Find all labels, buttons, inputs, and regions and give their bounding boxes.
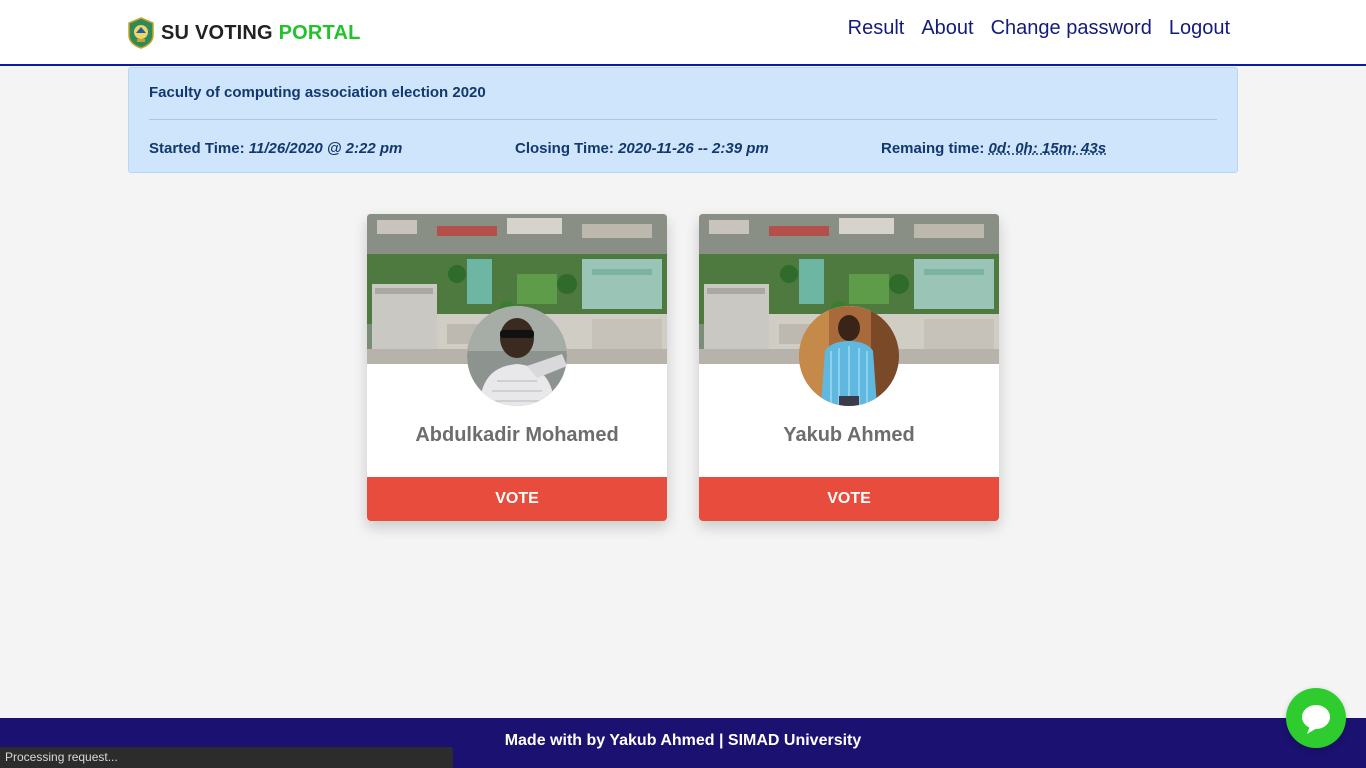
top-navbar: SU VOTING PORTAL Result About Change pas… bbox=[0, 0, 1366, 66]
university-crest-icon bbox=[128, 17, 154, 49]
nav-logout-link[interactable]: Logout bbox=[1169, 17, 1230, 40]
footer-credits: by Yakub Ahmed | SIMAD University bbox=[586, 732, 862, 749]
election-info-panel: Faculty of computing association electio… bbox=[128, 67, 1238, 173]
remaining-time-label: Remaing time: bbox=[881, 140, 985, 157]
brand-accent: PORTAL bbox=[278, 21, 361, 44]
candidate-avatar bbox=[467, 306, 567, 406]
vote-button[interactable]: VOTE bbox=[699, 477, 999, 521]
started-time: Started Time: 11/26/2020 @ 2:22 pm bbox=[149, 140, 402, 157]
remaining-time-countdown: 0d: 0h: 15m: 43s bbox=[988, 140, 1107, 157]
nav-about-link[interactable]: About bbox=[921, 17, 973, 40]
nav-change-password-link[interactable]: Change password bbox=[991, 17, 1152, 40]
candidate-photo bbox=[799, 306, 899, 406]
nav-result-link[interactable]: Result bbox=[848, 17, 905, 40]
candidate-card: Abdulkadir Mohamed VOTE bbox=[367, 214, 667, 521]
candidate-name: Abdulkadir Mohamed bbox=[415, 424, 619, 446]
candidate-name: Yakub Ahmed bbox=[783, 424, 915, 446]
started-time-value: 11/26/2020 @ 2:22 pm bbox=[248, 140, 403, 157]
vote-button[interactable]: VOTE bbox=[367, 477, 667, 521]
nav-links: Result About Change password Logout bbox=[848, 17, 1230, 40]
candidate-avatar bbox=[799, 306, 899, 406]
started-time-label: Started Time: bbox=[149, 140, 245, 157]
candidate-photo bbox=[467, 306, 567, 406]
remaining-time: Remaing time: 0d: 0h: 15m: 43s bbox=[881, 140, 1106, 157]
chat-widget-button[interactable] bbox=[1286, 688, 1346, 748]
election-title: Faculty of computing association electio… bbox=[149, 84, 486, 101]
brand-name: SU VOTING PORTAL bbox=[161, 21, 361, 44]
brand[interactable]: SU VOTING PORTAL bbox=[127, 17, 361, 49]
chat-bubble-icon bbox=[1302, 705, 1330, 734]
info-divider bbox=[149, 119, 1217, 120]
footer-prefix: Made with bbox=[504, 732, 583, 749]
candidate-card: Yakub Ahmed VOTE bbox=[699, 214, 999, 521]
closing-time-value: 2020-11-26 -- 2:39 pm bbox=[618, 140, 769, 157]
browser-status-bar: Processing request... bbox=[0, 747, 453, 768]
closing-time-label: Closing Time: bbox=[515, 140, 614, 157]
closing-time: Closing Time: 2020-11-26 -- 2:39 pm bbox=[515, 140, 769, 157]
